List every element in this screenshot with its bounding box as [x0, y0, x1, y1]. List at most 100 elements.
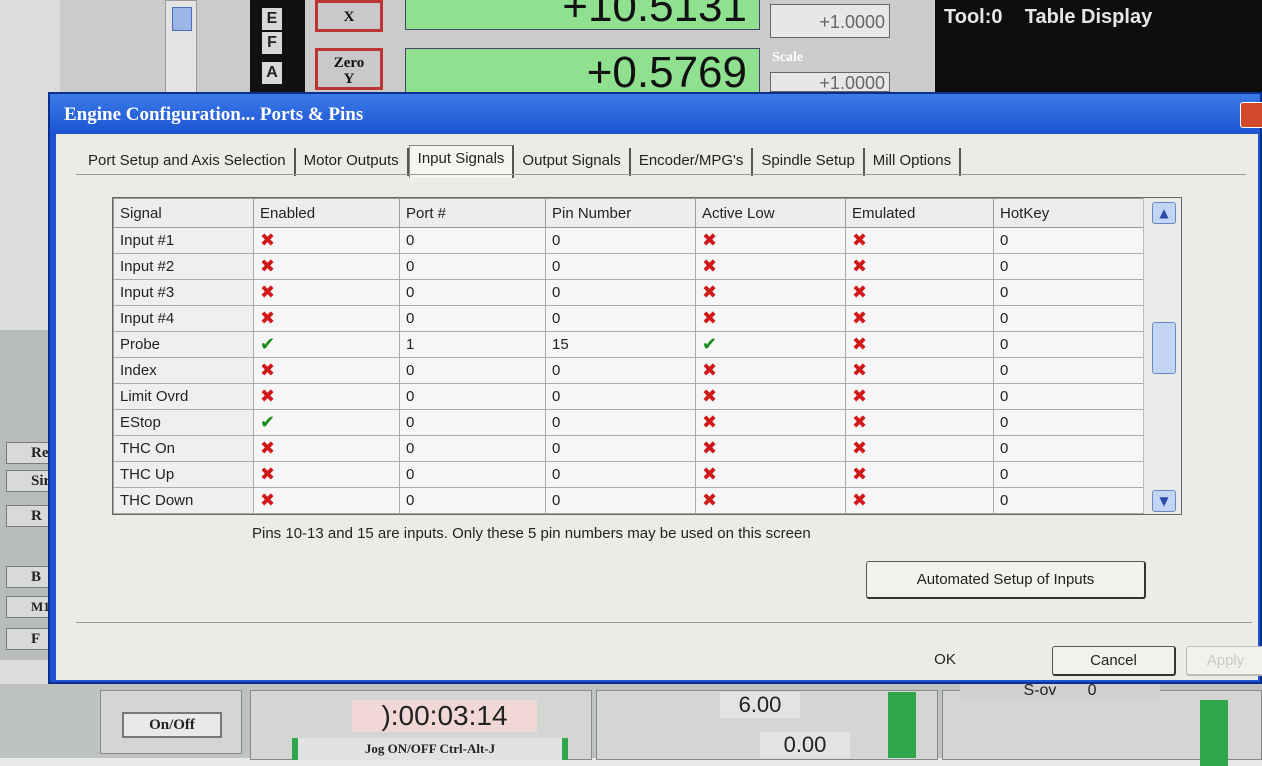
enabled-cell[interactable]: ✖	[253, 487, 400, 514]
signal-cell[interactable]: EStop	[113, 409, 254, 436]
column-header-port[interactable]: Port #	[399, 198, 546, 228]
signal-cell[interactable]: Input #2	[113, 253, 254, 280]
active-low-cell[interactable]: ✖	[695, 357, 846, 384]
port-cell[interactable]: 0	[399, 279, 546, 306]
emulated-cell[interactable]: ✖	[845, 253, 994, 280]
enabled-cell[interactable]: ✖	[253, 383, 400, 410]
active-low-cell[interactable]: ✖	[695, 253, 846, 280]
port-cell[interactable]: 0	[399, 435, 546, 462]
signal-cell[interactable]: THC Down	[113, 487, 254, 514]
background-scroll-thumb[interactable]	[172, 7, 192, 31]
signal-cell[interactable]: THC On	[113, 435, 254, 462]
active-low-cell[interactable]: ✔	[695, 331, 846, 358]
signal-cell[interactable]: Input #3	[113, 279, 254, 306]
pin-number-cell[interactable]: 0	[545, 487, 696, 514]
column-header-emulated[interactable]: Emulated	[845, 198, 994, 228]
pin-number-cell[interactable]: 0	[545, 305, 696, 332]
table-row[interactable]: Index ✖ 0 0 ✖ ✖ 0	[113, 357, 1144, 384]
hotkey-cell[interactable]: 0	[993, 383, 1144, 410]
column-header-signal[interactable]: Signal	[113, 198, 254, 228]
signal-cell[interactable]: Input #1	[113, 227, 254, 254]
enabled-cell[interactable]: ✔	[253, 331, 400, 358]
enabled-cell[interactable]: ✖	[253, 253, 400, 280]
enabled-cell[interactable]: ✖	[253, 227, 400, 254]
column-header-hotkey[interactable]: HotKey	[993, 198, 1144, 228]
table-row[interactable]: Input #1 ✖ 0 0 ✖ ✖ 0	[113, 227, 1144, 254]
jog-toggle-button[interactable]: Jog ON/OFF Ctrl-Alt-J	[292, 738, 568, 760]
active-low-cell[interactable]: ✖	[695, 461, 846, 488]
signal-cell[interactable]: Index	[113, 357, 254, 384]
hotkey-cell[interactable]: 0	[993, 409, 1144, 436]
port-cell[interactable]: 0	[399, 383, 546, 410]
ok-button[interactable]: OK	[882, 646, 1008, 676]
active-low-cell[interactable]: ✖	[695, 383, 846, 410]
column-header-active-low[interactable]: Active Low	[695, 198, 846, 228]
table-row[interactable]: Input #4 ✖ 0 0 ✖ ✖ 0	[113, 305, 1144, 332]
table-row[interactable]: Input #3 ✖ 0 0 ✖ ✖ 0	[113, 279, 1144, 306]
hotkey-cell[interactable]: 0	[993, 227, 1144, 254]
pin-number-cell[interactable]: 15	[545, 331, 696, 358]
port-cell[interactable]: 0	[399, 253, 546, 280]
on-off-button[interactable]: On/Off	[122, 712, 222, 738]
emulated-cell[interactable]: ✖	[845, 409, 994, 436]
scroll-up-icon[interactable]: ▲	[1152, 202, 1176, 224]
enabled-cell[interactable]: ✖	[253, 435, 400, 462]
tab-motor-outputs[interactable]: Motor Outputs	[296, 148, 409, 176]
active-low-cell[interactable]: ✖	[695, 409, 846, 436]
tab-output-signals[interactable]: Output Signals	[514, 148, 631, 176]
automated-setup-button[interactable]: Automated Setup of Inputs	[866, 561, 1146, 599]
emulated-cell[interactable]: ✖	[845, 279, 994, 306]
table-row[interactable]: THC On ✖ 0 0 ✖ ✖ 0	[113, 435, 1144, 462]
pin-number-cell[interactable]: 0	[545, 227, 696, 254]
apply-button[interactable]: Apply	[1186, 646, 1262, 676]
tab-spindle-setup[interactable]: Spindle Setup	[753, 148, 865, 176]
pin-number-cell[interactable]: 0	[545, 461, 696, 488]
table-row[interactable]: Limit Ovrd ✖ 0 0 ✖ ✖ 0	[113, 383, 1144, 410]
emulated-cell[interactable]: ✖	[845, 357, 994, 384]
emulated-cell[interactable]: ✖	[845, 227, 994, 254]
port-cell[interactable]: 0	[399, 227, 546, 254]
signal-cell[interactable]: THC Up	[113, 461, 254, 488]
port-cell[interactable]: 0	[399, 357, 546, 384]
table-row[interactable]: Probe ✔ 1 15 ✔ ✖ 0	[113, 331, 1144, 358]
hotkey-cell[interactable]: 0	[993, 487, 1144, 514]
tab-mill-options[interactable]: Mill Options	[865, 148, 962, 176]
port-cell[interactable]: 0	[399, 305, 546, 332]
enabled-cell[interactable]: ✖	[253, 461, 400, 488]
enabled-cell[interactable]: ✖	[253, 279, 400, 306]
pin-number-cell[interactable]: 0	[545, 435, 696, 462]
pin-number-cell[interactable]: 0	[545, 409, 696, 436]
zero-y-button[interactable]: Zero Y	[315, 48, 383, 90]
enabled-cell[interactable]: ✖	[253, 305, 400, 332]
table-row[interactable]: Input #2 ✖ 0 0 ✖ ✖ 0	[113, 253, 1144, 280]
table-row[interactable]: EStop ✔ 0 0 ✖ ✖ 0	[113, 409, 1144, 436]
hotkey-cell[interactable]: 0	[993, 357, 1144, 384]
hotkey-cell[interactable]: 0	[993, 331, 1144, 358]
port-cell[interactable]: 0	[399, 409, 546, 436]
table-row[interactable]: THC Down ✖ 0 0 ✖ ✖ 0	[113, 487, 1144, 514]
pin-number-cell[interactable]: 0	[545, 279, 696, 306]
active-low-cell[interactable]: ✖	[695, 435, 846, 462]
hotkey-cell[interactable]: 0	[993, 279, 1144, 306]
emulated-cell[interactable]: ✖	[845, 305, 994, 332]
table-row[interactable]: THC Up ✖ 0 0 ✖ ✖ 0	[113, 461, 1144, 488]
tab-encoder-mpg[interactable]: Encoder/MPG's	[631, 148, 754, 176]
port-cell[interactable]: 0	[399, 461, 546, 488]
emulated-cell[interactable]: ✖	[845, 461, 994, 488]
emulated-cell[interactable]: ✖	[845, 487, 994, 514]
pin-number-cell[interactable]: 0	[545, 383, 696, 410]
close-icon[interactable]	[1240, 102, 1262, 128]
active-low-cell[interactable]: ✖	[695, 227, 846, 254]
hotkey-cell[interactable]: 0	[993, 435, 1144, 462]
zero-x-button[interactable]: X	[315, 0, 383, 32]
background-scrollbar[interactable]	[165, 0, 197, 97]
active-low-cell[interactable]: ✖	[695, 279, 846, 306]
cancel-button[interactable]: Cancel	[1052, 646, 1176, 676]
column-header-pin-number[interactable]: Pin Number	[545, 198, 696, 228]
hotkey-cell[interactable]: 0	[993, 461, 1144, 488]
hotkey-cell[interactable]: 0	[993, 253, 1144, 280]
signal-cell[interactable]: Input #4	[113, 305, 254, 332]
dialog-titlebar[interactable]: Engine Configuration... Ports & Pins	[50, 94, 1262, 134]
hotkey-cell[interactable]: 0	[993, 305, 1144, 332]
enabled-cell[interactable]: ✖	[253, 357, 400, 384]
